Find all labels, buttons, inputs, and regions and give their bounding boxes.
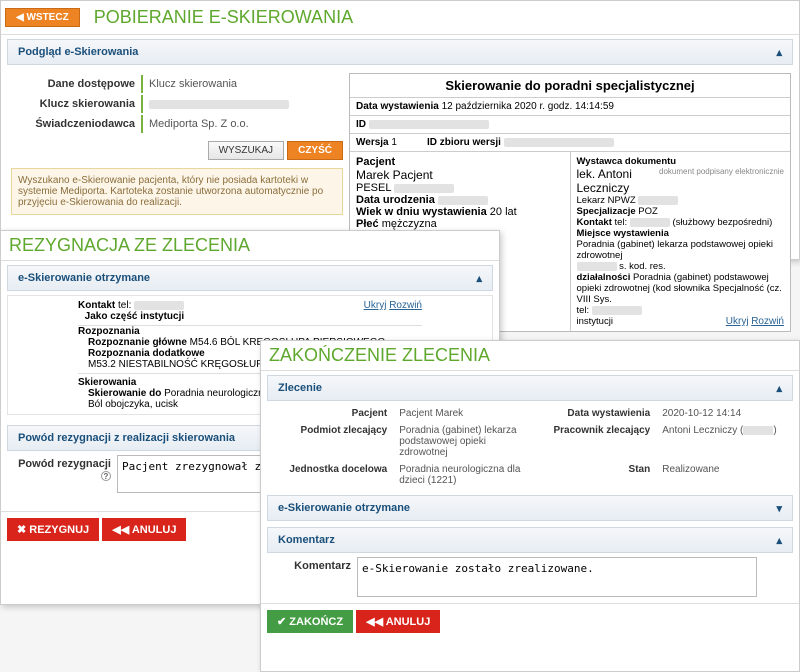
chevron-up-icon: ▴ (776, 534, 782, 547)
clear-button[interactable]: CZYŚĆ (287, 141, 343, 160)
expand-link[interactable]: Rozwiń (751, 316, 784, 327)
page-title-rez: REZYGNACJA ZE ZLECENIA (1, 231, 499, 261)
val-klucz (141, 95, 295, 113)
resign-button[interactable]: ✖ REZYGNUJ (7, 518, 99, 541)
chevron-up-icon: ▴ (776, 382, 782, 395)
val-swiad: Mediporta Sp. Z o.o. (141, 115, 255, 133)
zlecenie-header[interactable]: Zlecenie▴ (267, 375, 793, 401)
back-button[interactable]: ◀ WSTECZ (5, 8, 80, 27)
label-klucz: Klucz skierowania (11, 95, 141, 113)
finish-button[interactable]: ✔ ZAKOŃCZ (267, 610, 353, 633)
label-dane: Dane dostępowe (11, 75, 141, 93)
diagnoses-label: Rozpoznania (78, 326, 140, 337)
page-title-zak: ZAKOŃCZENIE ZLECENIA (261, 341, 799, 371)
cancel-button-zak[interactable]: ◀◀ ANULUJ (356, 610, 440, 633)
label-swiad: Świadczeniodawca (11, 115, 141, 133)
rez-received-header[interactable]: e-Skierowanie otrzymane▴ (7, 265, 493, 291)
comment-textarea[interactable] (357, 557, 757, 597)
cancel-button-rez[interactable]: ◀◀ ANULUJ (102, 518, 186, 541)
issuer-block: Wystawca dokumentu dokument podpisany el… (571, 152, 791, 331)
search-button[interactable]: WYSZUKAJ (208, 141, 284, 160)
chevron-down-icon: ▾ (776, 502, 782, 515)
chevron-up-icon: ▴ (476, 272, 482, 285)
val-dane: Klucz skierowania (141, 75, 243, 93)
chevron-up-icon: ▴ (776, 46, 782, 59)
hide-link[interactable]: Ukryj (726, 316, 749, 327)
reason-label: Powód rezygnacji ? (7, 455, 117, 485)
comment-label: Komentarz (267, 557, 357, 575)
info-box: Wyszukano e-Skierowanie pacjenta, który … (11, 168, 343, 215)
zak-received-header[interactable]: e-Skierowanie otrzymane▾ (267, 495, 793, 521)
zak-comment-header[interactable]: Komentarz▴ (267, 527, 793, 553)
hide-link-2[interactable]: Ukryj (364, 300, 387, 311)
page-title-top: POBIERANIE E-SKIEROWANIA (86, 3, 361, 32)
preview-header[interactable]: Podgląd e-Skierowania ▴ (7, 39, 793, 65)
expand-link-2[interactable]: Rozwiń (389, 300, 422, 311)
skier-title: Skierowanie do poradni specjalistycznej (350, 74, 790, 98)
